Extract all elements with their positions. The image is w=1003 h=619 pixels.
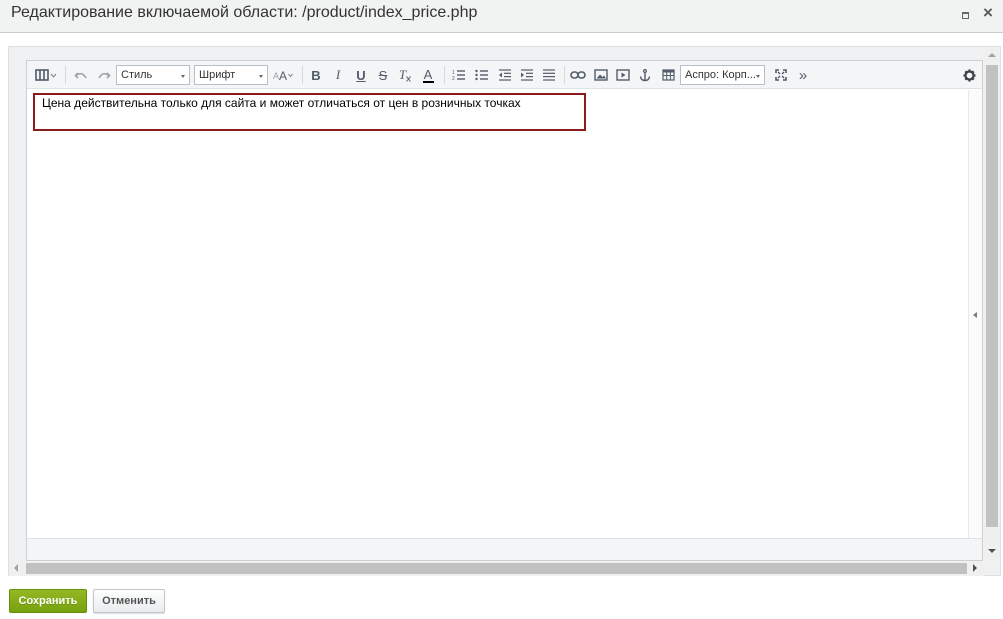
text-color-label: A bbox=[423, 66, 433, 82]
style-select-value: Стиль bbox=[121, 69, 153, 81]
horizontal-scrollbar[interactable] bbox=[9, 561, 984, 576]
redo-button[interactable] bbox=[95, 65, 113, 85]
view-mode-button[interactable] bbox=[33, 65, 59, 85]
image-button[interactable] bbox=[592, 65, 610, 85]
ordered-list-icon: 1 2 bbox=[452, 70, 465, 81]
ordered-list-button[interactable]: 1 2 bbox=[450, 65, 468, 85]
include-area-text[interactable]: Цена действительна только для сайта и мо… bbox=[42, 96, 521, 110]
close-button[interactable]: × bbox=[979, 3, 997, 23]
scroll-down-arrow-icon[interactable] bbox=[988, 549, 996, 553]
fullscreen-icon bbox=[775, 69, 787, 81]
maximize-icon bbox=[962, 12, 969, 19]
text-color-button[interactable]: A bbox=[419, 65, 437, 85]
toolbar-separator bbox=[564, 66, 565, 84]
strikethrough-button[interactable]: S bbox=[375, 65, 391, 85]
undo-icon bbox=[74, 72, 87, 79]
table-icon bbox=[661, 69, 675, 81]
scroll-left-arrow-icon[interactable] bbox=[14, 564, 18, 572]
horizontal-scroll-thumb[interactable] bbox=[26, 563, 967, 574]
toolbar-separator bbox=[302, 66, 303, 84]
dialog-titlebar: Редактирование включаемой области: /prod… bbox=[0, 0, 1003, 33]
dialog-title: Редактирование включаемой области: /prod… bbox=[11, 4, 478, 21]
cancel-button[interactable]: Отменить bbox=[93, 589, 165, 613]
view-mode-icon bbox=[35, 69, 57, 81]
save-button[interactable]: Сохранить bbox=[9, 589, 87, 613]
font-select-value: Шрифт bbox=[199, 69, 236, 81]
html-editor: Стиль Шрифт A A B I U S T A 1 2 Аспро: К… bbox=[26, 60, 983, 561]
italic-button[interactable]: I bbox=[330, 65, 346, 85]
underline-button[interactable]: U bbox=[353, 65, 369, 85]
remove-format-button[interactable]: T bbox=[397, 65, 413, 85]
anchor-icon bbox=[639, 68, 651, 81]
fullscreen-button[interactable] bbox=[772, 65, 790, 85]
chevron-down-icon bbox=[259, 75, 263, 78]
svg-text:2: 2 bbox=[452, 76, 455, 81]
font-size-button[interactable]: A A bbox=[271, 65, 295, 85]
template-select-value: Аспро: Корп... bbox=[685, 69, 756, 81]
align-icon bbox=[543, 69, 555, 81]
template-select[interactable]: Аспро: Корп... bbox=[680, 65, 765, 85]
link-icon bbox=[570, 71, 586, 79]
table-button[interactable] bbox=[659, 65, 677, 85]
vertical-scroll-thumb[interactable] bbox=[986, 65, 998, 527]
image-icon bbox=[594, 69, 608, 81]
settings-button[interactable] bbox=[960, 65, 978, 85]
anchor-button[interactable] bbox=[636, 65, 654, 85]
outdent-button[interactable] bbox=[496, 65, 514, 85]
style-select[interactable]: Стиль bbox=[116, 65, 190, 85]
settings-icon bbox=[963, 69, 975, 81]
outdent-icon bbox=[499, 69, 511, 81]
indent-icon bbox=[521, 69, 533, 81]
video-button[interactable] bbox=[614, 65, 632, 85]
chevron-down-icon bbox=[181, 75, 185, 78]
vertical-scrollbar[interactable] bbox=[984, 48, 1000, 560]
bold-button[interactable]: B bbox=[308, 65, 324, 85]
link-button[interactable] bbox=[569, 65, 587, 85]
align-button[interactable] bbox=[540, 65, 558, 85]
indent-button[interactable] bbox=[518, 65, 536, 85]
maximize-button[interactable] bbox=[957, 7, 973, 23]
editor-toolbar: Стиль Шрифт A A B I U S T A 1 2 Аспро: К… bbox=[27, 61, 982, 89]
scroll-up-arrow-icon[interactable] bbox=[988, 53, 996, 57]
editor-content-area[interactable]: Цена действительна только для сайта и мо… bbox=[27, 90, 968, 538]
redo-icon bbox=[98, 72, 111, 79]
undo-button[interactable] bbox=[72, 65, 90, 85]
more-button[interactable]: » bbox=[794, 65, 812, 85]
include-area-dialog: Редактирование включаемой области: /prod… bbox=[0, 0, 1003, 619]
editor-status-bar bbox=[27, 538, 982, 560]
toolbar-separator bbox=[444, 66, 445, 84]
video-icon bbox=[616, 69, 630, 81]
unordered-list-button[interactable] bbox=[473, 65, 491, 85]
side-panel-toggle[interactable] bbox=[968, 90, 982, 538]
scroll-right-arrow-icon[interactable] bbox=[973, 564, 977, 572]
text-color-bar bbox=[422, 80, 434, 83]
svg-text:A: A bbox=[279, 69, 287, 82]
remove-format-label: T bbox=[398, 67, 407, 82]
chevron-down-icon bbox=[756, 75, 760, 78]
unordered-list-icon bbox=[475, 69, 488, 81]
remove-format-icon bbox=[406, 76, 411, 82]
toolbar-separator bbox=[65, 66, 66, 84]
font-size-icon: A A bbox=[273, 69, 293, 82]
font-select[interactable]: Шрифт bbox=[194, 65, 268, 85]
chevron-left-icon bbox=[973, 312, 977, 318]
